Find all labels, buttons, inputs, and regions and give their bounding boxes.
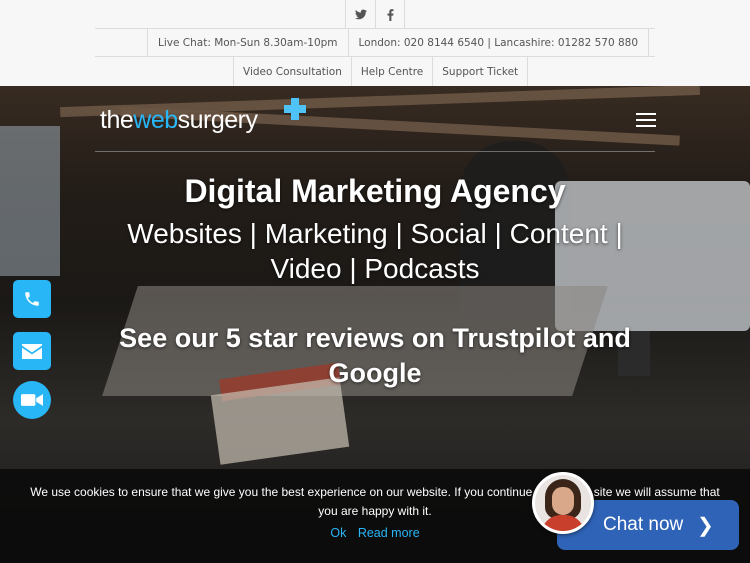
cookie-read-more-link[interactable]: Read more [358, 526, 420, 540]
contact-info-row: Live Chat: Mon-Sun 8.30am-10pm London: 0… [147, 29, 650, 57]
phone-button[interactable] [13, 280, 51, 318]
hero-services: Websites | Marketing | Social | Content … [127, 218, 623, 284]
email-icon [22, 343, 42, 359]
hero-title: Digital Marketing Agency [184, 173, 566, 209]
facebook-icon[interactable] [375, 0, 405, 29]
social-links [345, 0, 405, 29]
site-logo[interactable]: thewebsurgery [100, 106, 258, 135]
support-links-row: Video Consultation Help Centre Support T… [233, 57, 529, 86]
video-consultation-link[interactable]: Video Consultation [233, 57, 351, 86]
reviews-link[interactable]: See our 5 star reviews on Trustpilot and… [110, 321, 640, 391]
twitter-icon[interactable] [345, 0, 375, 29]
video-camera-icon [21, 394, 43, 406]
video-call-button[interactable] [13, 381, 51, 419]
chat-agent-avatar[interactable] [532, 472, 594, 534]
divider [95, 151, 655, 152]
email-button[interactable] [13, 332, 51, 370]
cookie-ok-button[interactable]: Ok [330, 526, 346, 540]
live-chat-hours: Live Chat: Mon-Sun 8.30am-10pm [147, 29, 348, 57]
support-ticket-link[interactable]: Support Ticket [432, 57, 529, 86]
top-bar: Live Chat: Mon-Sun 8.30am-10pm London: 0… [0, 0, 750, 86]
chat-now-label: Chat now [603, 514, 684, 535]
hamburger-menu-icon[interactable] [636, 113, 656, 127]
help-centre-link[interactable]: Help Centre [350, 57, 432, 86]
phone-icon [25, 292, 39, 306]
logo-cross-icon [284, 98, 306, 120]
chevron-right-icon: ❯ [697, 515, 714, 537]
phone-numbers[interactable]: London: 020 8144 6540 | Lancashire: 0128… [347, 29, 650, 57]
